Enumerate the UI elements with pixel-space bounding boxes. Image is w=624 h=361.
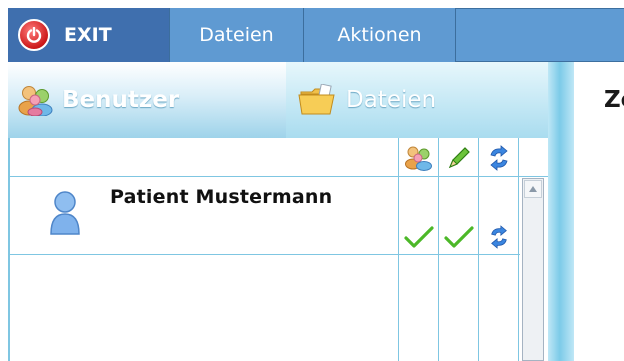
tab-benutzer[interactable]: Benutzer [8, 62, 286, 138]
top-menu-bar: EXIT Dateien Aktionen [0, 0, 624, 62]
users-icon [18, 84, 54, 116]
menu-dateien-label: Dateien [199, 24, 274, 46]
column-divider [478, 138, 479, 361]
header-divider [10, 176, 548, 177]
menu-aktionen[interactable]: Aktionen [304, 8, 456, 62]
tab-dateien-label: Dateien [346, 87, 437, 113]
user-avatar-icon [48, 190, 82, 240]
column-divider [438, 138, 439, 361]
row-check-icon[interactable] [442, 222, 476, 252]
column-users-icon[interactable] [402, 142, 436, 174]
row-sync-icon[interactable] [482, 222, 516, 252]
user-row-name[interactable]: Patient Mustermann [110, 186, 332, 208]
scroll-up-arrow-icon[interactable] [524, 180, 542, 198]
column-divider [518, 138, 519, 361]
user-list-panel: Patient Mustermann [8, 138, 548, 361]
menu-aktionen-label: Aktionen [337, 24, 422, 46]
column-sync-icon[interactable] [482, 142, 516, 174]
tab-benutzer-label: Benutzer [62, 87, 180, 113]
tab-right-partial[interactable]: Ze [574, 62, 624, 138]
row-check-icon[interactable] [402, 222, 436, 252]
exit-button[interactable]: EXIT [8, 8, 170, 62]
power-icon [18, 19, 50, 51]
column-edit-pencil-icon[interactable] [442, 142, 476, 174]
tab-right-label: Ze [604, 87, 624, 113]
column-divider [398, 138, 399, 361]
tab-bar: Benutzer Dateien Ze [8, 62, 624, 138]
row-divider [10, 254, 520, 255]
folder-icon [298, 84, 338, 116]
menu-dateien[interactable]: Dateien [170, 8, 304, 62]
tab-dateien[interactable]: Dateien [286, 62, 548, 138]
panel-separator [548, 62, 574, 361]
exit-label: EXIT [64, 24, 112, 46]
vertical-scrollbar[interactable] [522, 178, 544, 361]
